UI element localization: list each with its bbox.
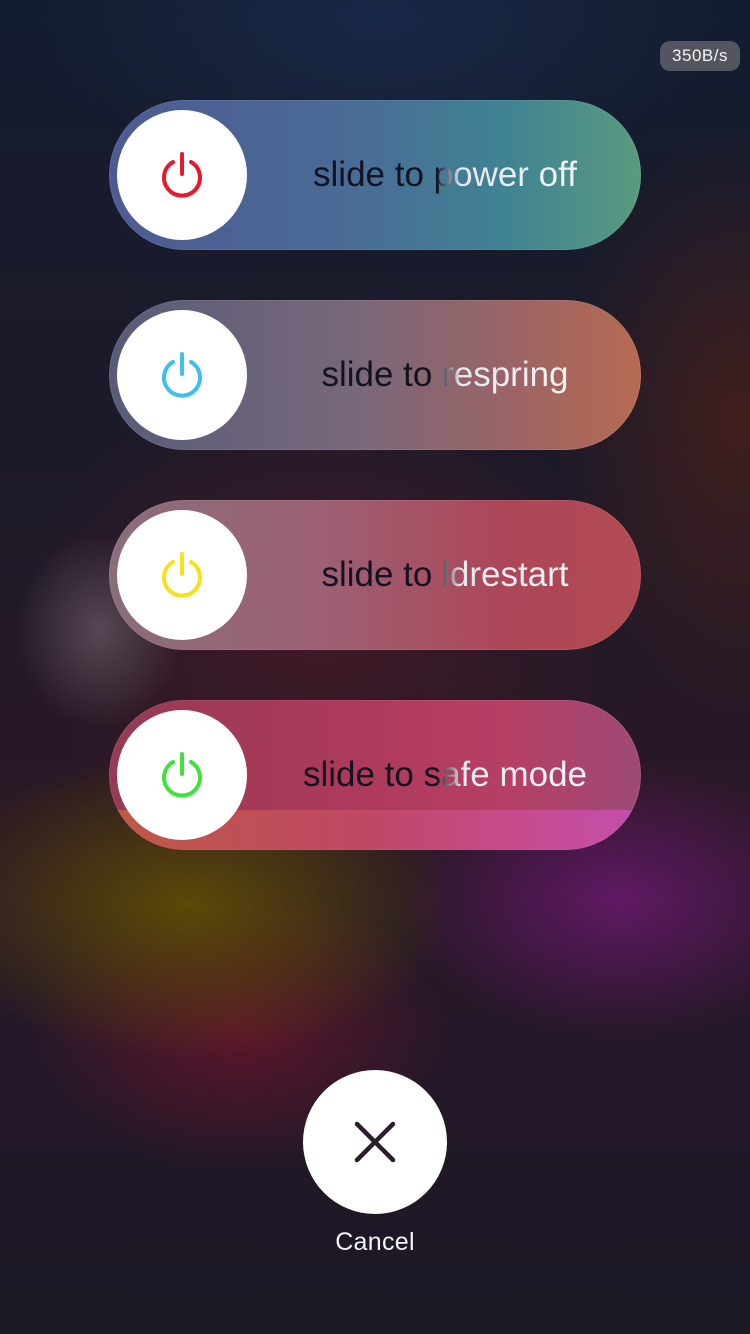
power-icon <box>162 752 202 798</box>
ldrestart-slider[interactable]: slide to ldrestart <box>109 500 641 650</box>
safe-mode-knob[interactable] <box>117 710 247 840</box>
respring-slider[interactable]: slide to respring <box>109 300 641 450</box>
respring-knob[interactable] <box>117 310 247 440</box>
power-off-slider[interactable]: slide to power off <box>109 100 641 250</box>
close-icon <box>354 1121 396 1163</box>
ldrestart-knob[interactable] <box>117 510 247 640</box>
power-icon <box>162 352 202 398</box>
power-off-label: slide to power off <box>313 155 577 194</box>
power-icon <box>162 152 202 198</box>
safe-mode-slider[interactable]: slide to safe mode <box>109 700 641 850</box>
power-icon <box>162 552 202 598</box>
network-speed-badge: 350B/s <box>660 41 740 71</box>
cancel-button[interactable] <box>303 1070 447 1214</box>
safe-mode-label: slide to safe mode <box>302 755 588 794</box>
power-off-knob[interactable] <box>117 110 247 240</box>
ldrestart-label: slide to ldrestart <box>321 555 569 594</box>
respring-label: slide to respring <box>321 355 569 394</box>
cancel-label: Cancel <box>335 1228 415 1256</box>
